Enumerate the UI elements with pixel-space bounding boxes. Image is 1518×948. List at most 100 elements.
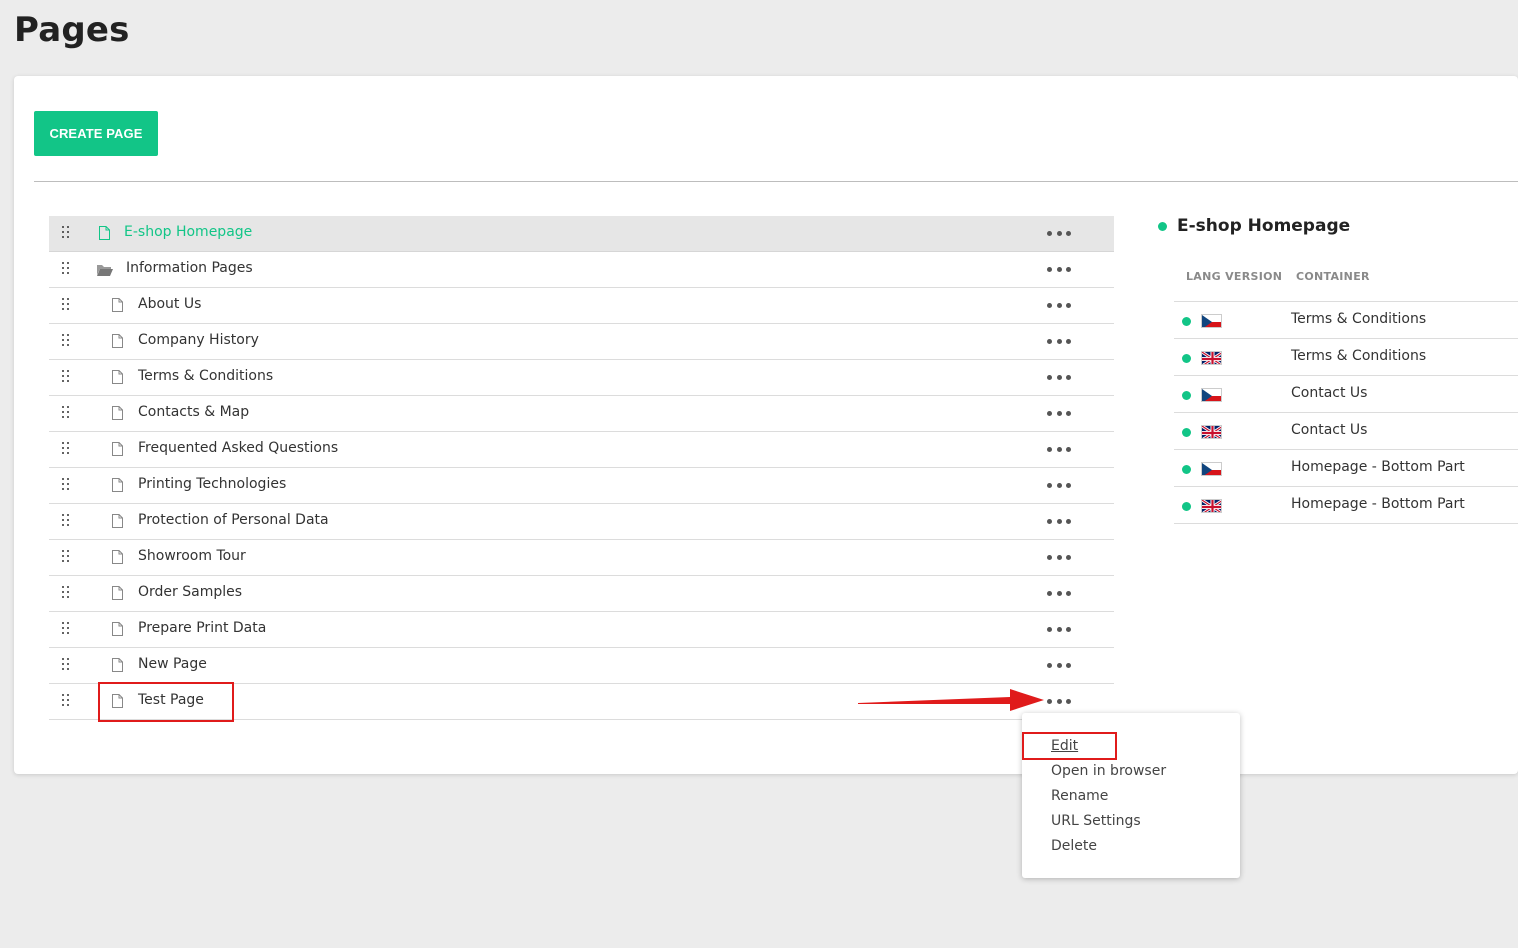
cz-flag-icon <box>1201 388 1222 402</box>
container-name[interactable]: Terms & Conditions <box>1291 311 1426 327</box>
more-options-icon[interactable] <box>1047 620 1071 638</box>
tree-row[interactable]: Protection of Personal Data <box>49 504 1114 540</box>
gb-flag-icon <box>1201 499 1222 513</box>
tree-row-label[interactable]: Order Samples <box>138 584 242 600</box>
more-options-icon[interactable] <box>1047 656 1071 674</box>
container-name[interactable]: Terms & Conditions <box>1291 348 1426 364</box>
container-name[interactable]: Contact Us <box>1291 422 1367 438</box>
file-icon <box>112 334 123 348</box>
annotation-arrow-icon <box>858 689 1044 711</box>
file-icon <box>112 550 123 564</box>
tree-row[interactable]: Prepare Print Data <box>49 612 1114 648</box>
container-row[interactable]: Homepage - Bottom Part <box>1174 450 1518 487</box>
container-row[interactable]: Terms & Conditions <box>1174 302 1518 339</box>
more-options-icon[interactable] <box>1047 584 1071 602</box>
tree-row-label[interactable]: Terms & Conditions <box>138 368 273 384</box>
drag-handle-icon[interactable] <box>62 658 70 672</box>
container-row[interactable]: Contact Us <box>1174 413 1518 450</box>
drag-handle-icon[interactable] <box>62 370 70 384</box>
file-icon <box>112 514 123 528</box>
tree-row[interactable]: Company History <box>49 324 1114 360</box>
detail-title: E-shop Homepage <box>1158 216 1350 236</box>
file-icon <box>112 298 123 312</box>
file-icon <box>112 658 123 672</box>
tree-row[interactable]: About Us <box>49 288 1114 324</box>
annotation-highlight-edit <box>1022 732 1117 760</box>
status-dot-icon <box>1182 317 1191 326</box>
more-options-icon[interactable] <box>1047 224 1071 242</box>
more-options-icon[interactable] <box>1047 440 1071 458</box>
page-title: Pages <box>14 10 130 50</box>
tree-row[interactable]: Order Samples <box>49 576 1114 612</box>
tree-row-label[interactable]: Printing Technologies <box>138 476 286 492</box>
container-name[interactable]: Contact Us <box>1291 385 1367 401</box>
status-dot-icon <box>1182 502 1191 511</box>
detail-title-text: E-shop Homepage <box>1177 216 1351 236</box>
tree-row-label[interactable]: Prepare Print Data <box>138 620 266 636</box>
file-icon <box>112 442 123 456</box>
tree-row[interactable]: Showroom Tour <box>49 540 1114 576</box>
menu-item-open-in-browser[interactable]: Open in browser <box>1051 763 1166 779</box>
container-row[interactable]: Terms & Conditions <box>1174 339 1518 376</box>
drag-handle-icon[interactable] <box>62 586 70 600</box>
container-name[interactable]: Homepage - Bottom Part <box>1291 459 1465 475</box>
drag-handle-icon[interactable] <box>62 226 70 240</box>
more-options-icon[interactable] <box>1047 296 1071 314</box>
drag-handle-icon[interactable] <box>62 478 70 492</box>
tree-row[interactable]: Contacts & Map <box>49 396 1114 432</box>
tree-row-label[interactable]: Frequented Asked Questions <box>138 440 338 456</box>
tree-row[interactable]: Frequented Asked Questions <box>49 432 1114 468</box>
container-row[interactable]: Contact Us <box>1174 376 1518 413</box>
more-options-icon[interactable] <box>1047 512 1071 530</box>
more-options-icon[interactable] <box>1047 476 1071 494</box>
container-row[interactable]: Homepage - Bottom Part <box>1174 487 1518 524</box>
tree-row-label[interactable]: Company History <box>138 332 259 348</box>
menu-item-url-settings[interactable]: URL Settings <box>1051 813 1141 829</box>
status-dot-icon <box>1182 428 1191 437</box>
status-dot-icon <box>1182 391 1191 400</box>
drag-handle-icon[interactable] <box>62 298 70 312</box>
more-options-icon[interactable] <box>1047 332 1071 350</box>
drag-handle-icon[interactable] <box>62 442 70 456</box>
column-header-lang: LANG VERSION <box>1186 270 1283 283</box>
tree-row-label[interactable]: Showroom Tour <box>138 548 246 564</box>
create-page-button[interactable]: CREATE PAGE <box>34 111 158 156</box>
tree-row-label[interactable]: Information Pages <box>126 260 253 276</box>
tree-row[interactable]: Printing Technologies <box>49 468 1114 504</box>
column-header-container: CONTAINER <box>1296 270 1370 283</box>
tree-row-label[interactable]: About Us <box>138 296 201 312</box>
more-options-icon[interactable] <box>1047 368 1071 386</box>
file-icon <box>112 478 123 492</box>
tree-row-label[interactable]: Contacts & Map <box>138 404 249 420</box>
menu-item-delete[interactable]: Delete <box>1051 838 1097 854</box>
status-dot-icon <box>1158 221 1167 231</box>
drag-handle-icon[interactable] <box>62 622 70 636</box>
tree-row[interactable]: Terms & Conditions <box>49 360 1114 396</box>
page-tree: E-shop Homepage Information Pages About Us… <box>49 216 1114 720</box>
tree-row[interactable]: E-shop Homepage <box>49 216 1114 252</box>
drag-handle-icon[interactable] <box>62 550 70 564</box>
gb-flag-icon <box>1201 351 1222 365</box>
cz-flag-icon <box>1201 314 1222 328</box>
file-icon <box>112 370 123 384</box>
more-options-icon[interactable] <box>1047 404 1071 422</box>
more-options-icon[interactable] <box>1047 692 1071 710</box>
tree-row-label[interactable]: E-shop Homepage <box>124 224 252 240</box>
tree-row[interactable]: New Page <box>49 648 1114 684</box>
more-options-icon[interactable] <box>1047 548 1071 566</box>
tree-row-label[interactable]: New Page <box>138 656 207 672</box>
file-icon <box>99 226 110 240</box>
more-options-icon[interactable] <box>1047 260 1071 278</box>
drag-handle-icon[interactable] <box>62 262 70 276</box>
menu-item-rename[interactable]: Rename <box>1051 788 1108 804</box>
container-name[interactable]: Homepage - Bottom Part <box>1291 496 1465 512</box>
tree-row[interactable]: Information Pages <box>49 252 1114 288</box>
drag-handle-icon[interactable] <box>62 334 70 348</box>
pages-panel: CREATE PAGE E-shop Homepage Information P… <box>14 76 1518 774</box>
status-dot-icon <box>1182 465 1191 474</box>
drag-handle-icon[interactable] <box>62 694 70 708</box>
container-table: Terms & Conditions Terms & Conditions Cont… <box>1174 301 1518 524</box>
tree-row-label[interactable]: Protection of Personal Data <box>138 512 329 528</box>
drag-handle-icon[interactable] <box>62 514 70 528</box>
drag-handle-icon[interactable] <box>62 406 70 420</box>
